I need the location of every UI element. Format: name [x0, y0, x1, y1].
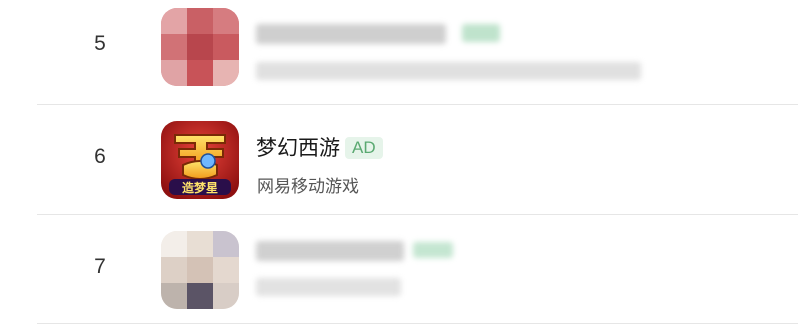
list-item[interactable]: 6 造梦星 梦幻西游 AD 网易移动游戏	[0, 105, 798, 213]
blurred-title	[256, 241, 404, 261]
rank-number: 6	[94, 145, 106, 168]
blurred-badge	[413, 242, 453, 258]
app-icon[interactable]	[161, 231, 239, 309]
app-name[interactable]: 梦幻西游	[256, 137, 340, 160]
blurred-badge	[462, 24, 500, 42]
rank-number: 5	[94, 32, 106, 55]
rank-number: 7	[94, 255, 106, 278]
app-developer: 网易移动游戏	[257, 177, 359, 196]
divider	[37, 323, 798, 324]
app-ranking-list: 5 6 造梦星 梦幻西游 AD 网易移动游戏 7	[0, 0, 798, 330]
list-item[interactable]: 5	[0, 0, 798, 100]
app-icon[interactable]	[161, 8, 239, 86]
app-title[interactable]: 梦幻西游 AD	[256, 132, 383, 162]
list-item[interactable]: 7	[0, 215, 798, 323]
ad-badge: AD	[345, 137, 383, 159]
blurred-subtitle	[256, 278, 401, 296]
blurred-subtitle	[256, 62, 641, 80]
dream-west-journey-app-icon[interactable]: 造梦星	[161, 121, 239, 199]
svg-text:造梦星: 造梦星	[182, 180, 218, 195]
blurred-title	[256, 24, 446, 44]
